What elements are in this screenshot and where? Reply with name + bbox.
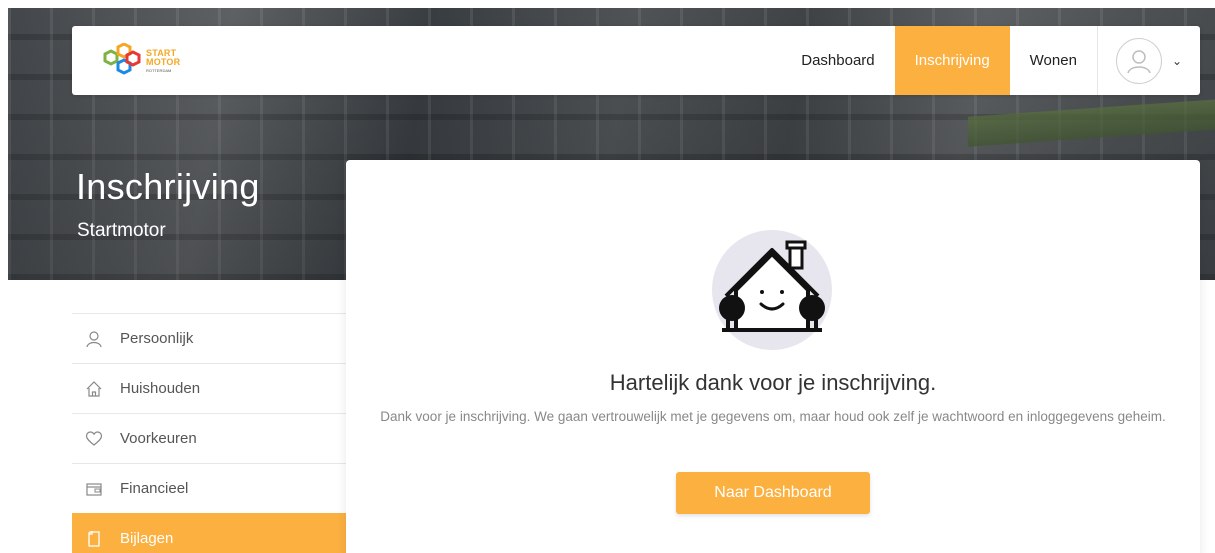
naar-dashboard-button[interactable]: Naar Dashboard — [676, 472, 870, 514]
wallet-icon — [84, 479, 104, 499]
confirmation-message: Dank voor je inschrijving. We gaan vertr… — [380, 409, 1166, 424]
main-nav: Dashboard Inschrijving Wonen ⌄ — [781, 26, 1200, 95]
sidebar: Persoonlijk Huishouden Voorkeuren Financ… — [72, 313, 346, 553]
sidebar-item-voorkeuren[interactable]: Voorkeuren — [72, 413, 346, 463]
document-icon — [84, 529, 104, 549]
confirmation-title: Hartelijk dank voor je inschrijving. — [609, 370, 937, 395]
nav-item-wonen[interactable]: Wonen — [1010, 26, 1097, 95]
sidebar-item-label: Voorkeuren — [120, 430, 197, 447]
sidebar-item-bijlagen[interactable]: Bijlagen — [72, 513, 346, 553]
confirmation-card: Hartelijk dank voor je inschrijving. Dan… — [346, 160, 1200, 553]
page-subtitle: Startmotor — [77, 220, 166, 241]
chevron-down-icon[interactable]: ⌄ — [1172, 54, 1182, 68]
hexagon-logo-icon — [103, 42, 141, 75]
brand-line-2: MOTOR — [146, 56, 181, 67]
sidebar-item-label: Persoonlijk — [120, 330, 194, 347]
brand-logo[interactable]: START MOTOR ROTTERDAM — [72, 26, 180, 95]
nav-item-dashboard[interactable]: Dashboard — [781, 26, 894, 95]
user-menu[interactable]: ⌄ — [1096, 26, 1200, 95]
sidebar-item-label: Financieel — [120, 480, 189, 497]
user-icon — [1127, 49, 1151, 73]
sidebar-item-huishouden[interactable]: Huishouden — [72, 363, 346, 413]
sidebar-item-financieel[interactable]: Financieel — [72, 463, 346, 513]
home-icon — [84, 379, 104, 399]
top-navbar: START MOTOR ROTTERDAM Dashboard Inschrij… — [72, 26, 1200, 95]
sidebar-item-label: Huishouden — [120, 380, 201, 397]
heart-icon — [84, 429, 104, 449]
sidebar-item-label: Bijlagen — [120, 530, 174, 547]
brand-line-3: ROTTERDAM — [146, 67, 172, 73]
sidebar-item-persoonlijk[interactable]: Persoonlijk — [72, 313, 346, 363]
avatar[interactable] — [1115, 37, 1162, 84]
brand-wordmark: START MOTOR ROTTERDAM — [146, 48, 181, 73]
nav-item-inschrijving[interactable]: Inschrijving — [894, 26, 1010, 95]
user-icon — [84, 329, 104, 349]
page-title: Inschrijving — [76, 166, 260, 207]
happy-house-icon — [712, 230, 832, 350]
hero-roof-garden — [968, 99, 1215, 147]
